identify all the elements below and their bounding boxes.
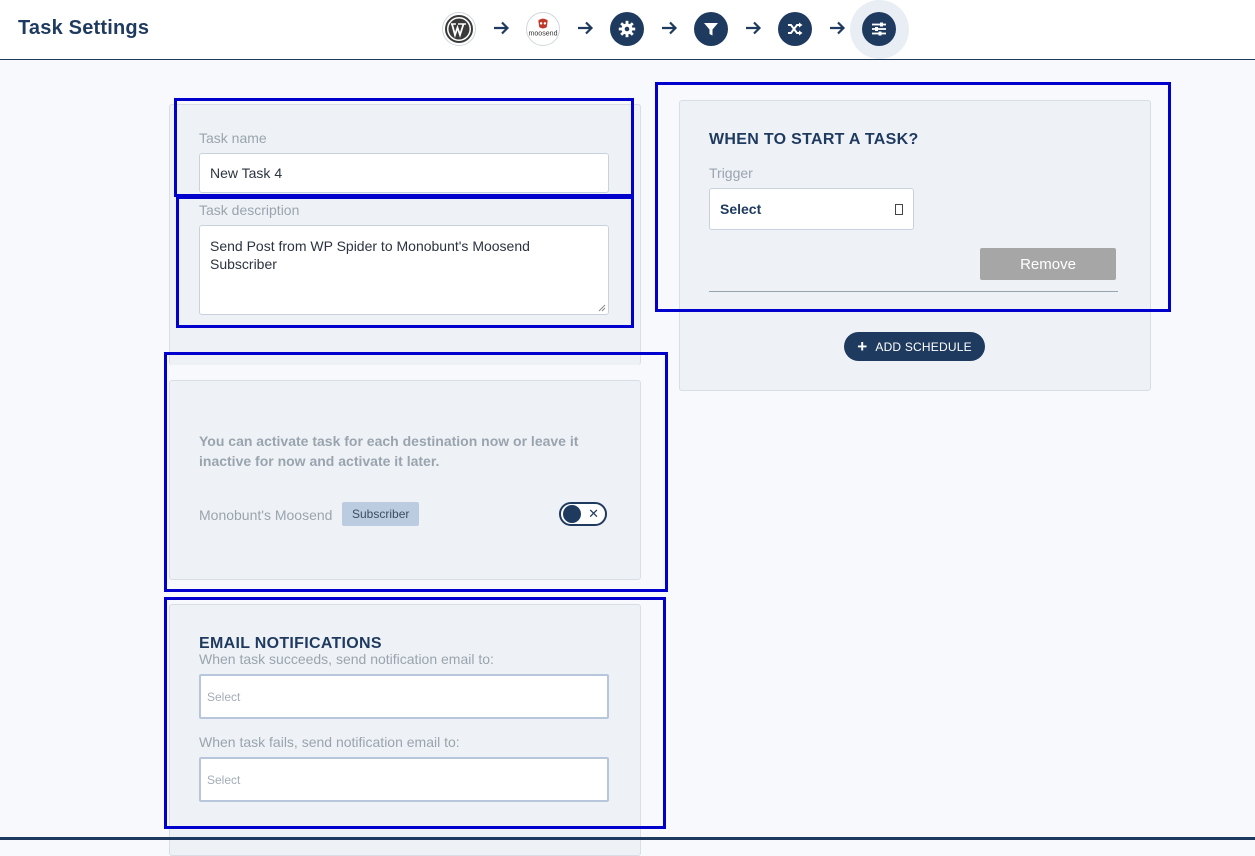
fail-email-label: When task fails, send notification email… xyxy=(199,734,460,750)
arrow-right-icon xyxy=(662,21,678,35)
step-moosend[interactable]: moosend xyxy=(526,12,560,46)
filter-icon xyxy=(704,23,718,36)
trigger-select-value: Select xyxy=(720,201,762,217)
remove-schedule-button[interactable]: Remove xyxy=(980,248,1116,280)
add-schedule-button[interactable]: + ADD SCHEDULE xyxy=(844,332,985,361)
destination-badge: Subscriber xyxy=(342,502,420,526)
gear-icon xyxy=(618,20,636,38)
dropdown-icon xyxy=(895,203,903,215)
success-email-select[interactable]: Select xyxy=(199,674,609,719)
moosend-logo-icon: moosend xyxy=(529,18,558,38)
toggle-knob xyxy=(563,505,581,523)
wordpress-icon xyxy=(445,15,473,43)
fail-email-select[interactable]: Select xyxy=(199,757,609,802)
destination-name: Monobunt's Moosend xyxy=(199,507,333,523)
task-name-input[interactable]: New Task 4 xyxy=(199,153,609,193)
activation-card xyxy=(169,380,641,580)
sliders-icon xyxy=(872,22,886,36)
step-mapping[interactable] xyxy=(778,12,812,46)
task-name-label: Task name xyxy=(199,130,267,146)
task-description-text: Send Post from WP Spider to Monobunt's M… xyxy=(210,238,530,272)
success-email-label: When task succeeds, send notification em… xyxy=(199,651,494,667)
step-settings[interactable] xyxy=(610,12,644,46)
resize-grip-icon[interactable] xyxy=(598,304,606,312)
step-filter[interactable] xyxy=(694,12,728,46)
arrow-right-icon xyxy=(494,21,510,35)
plus-icon: + xyxy=(857,336,868,356)
arrow-right-icon xyxy=(578,21,594,35)
arrow-right-icon xyxy=(746,21,762,35)
trigger-label: Trigger xyxy=(709,165,753,181)
shuffle-icon xyxy=(788,22,803,36)
schedule-divider xyxy=(709,291,1118,292)
task-description-label: Task description xyxy=(199,202,300,218)
step-wordpress[interactable] xyxy=(442,12,476,46)
close-icon: ✕ xyxy=(588,506,599,521)
page-title: Task Settings xyxy=(18,17,150,39)
svg-text:moosend: moosend xyxy=(529,31,558,38)
trigger-select[interactable]: Select xyxy=(709,188,914,230)
arrow-right-icon xyxy=(830,21,846,35)
top-bar: Task Settings moosend xyxy=(0,0,1255,60)
activation-info-text: You can activate task for each destinati… xyxy=(199,433,579,469)
add-schedule-label: ADD SCHEDULE xyxy=(875,339,972,354)
task-description-textarea[interactable]: Send Post from WP Spider to Monobunt's M… xyxy=(199,225,609,315)
step-task-settings[interactable] xyxy=(862,12,896,46)
schedule-heading: WHEN TO START A TASK? xyxy=(709,131,919,148)
destination-active-toggle[interactable]: ✕ xyxy=(559,502,607,526)
